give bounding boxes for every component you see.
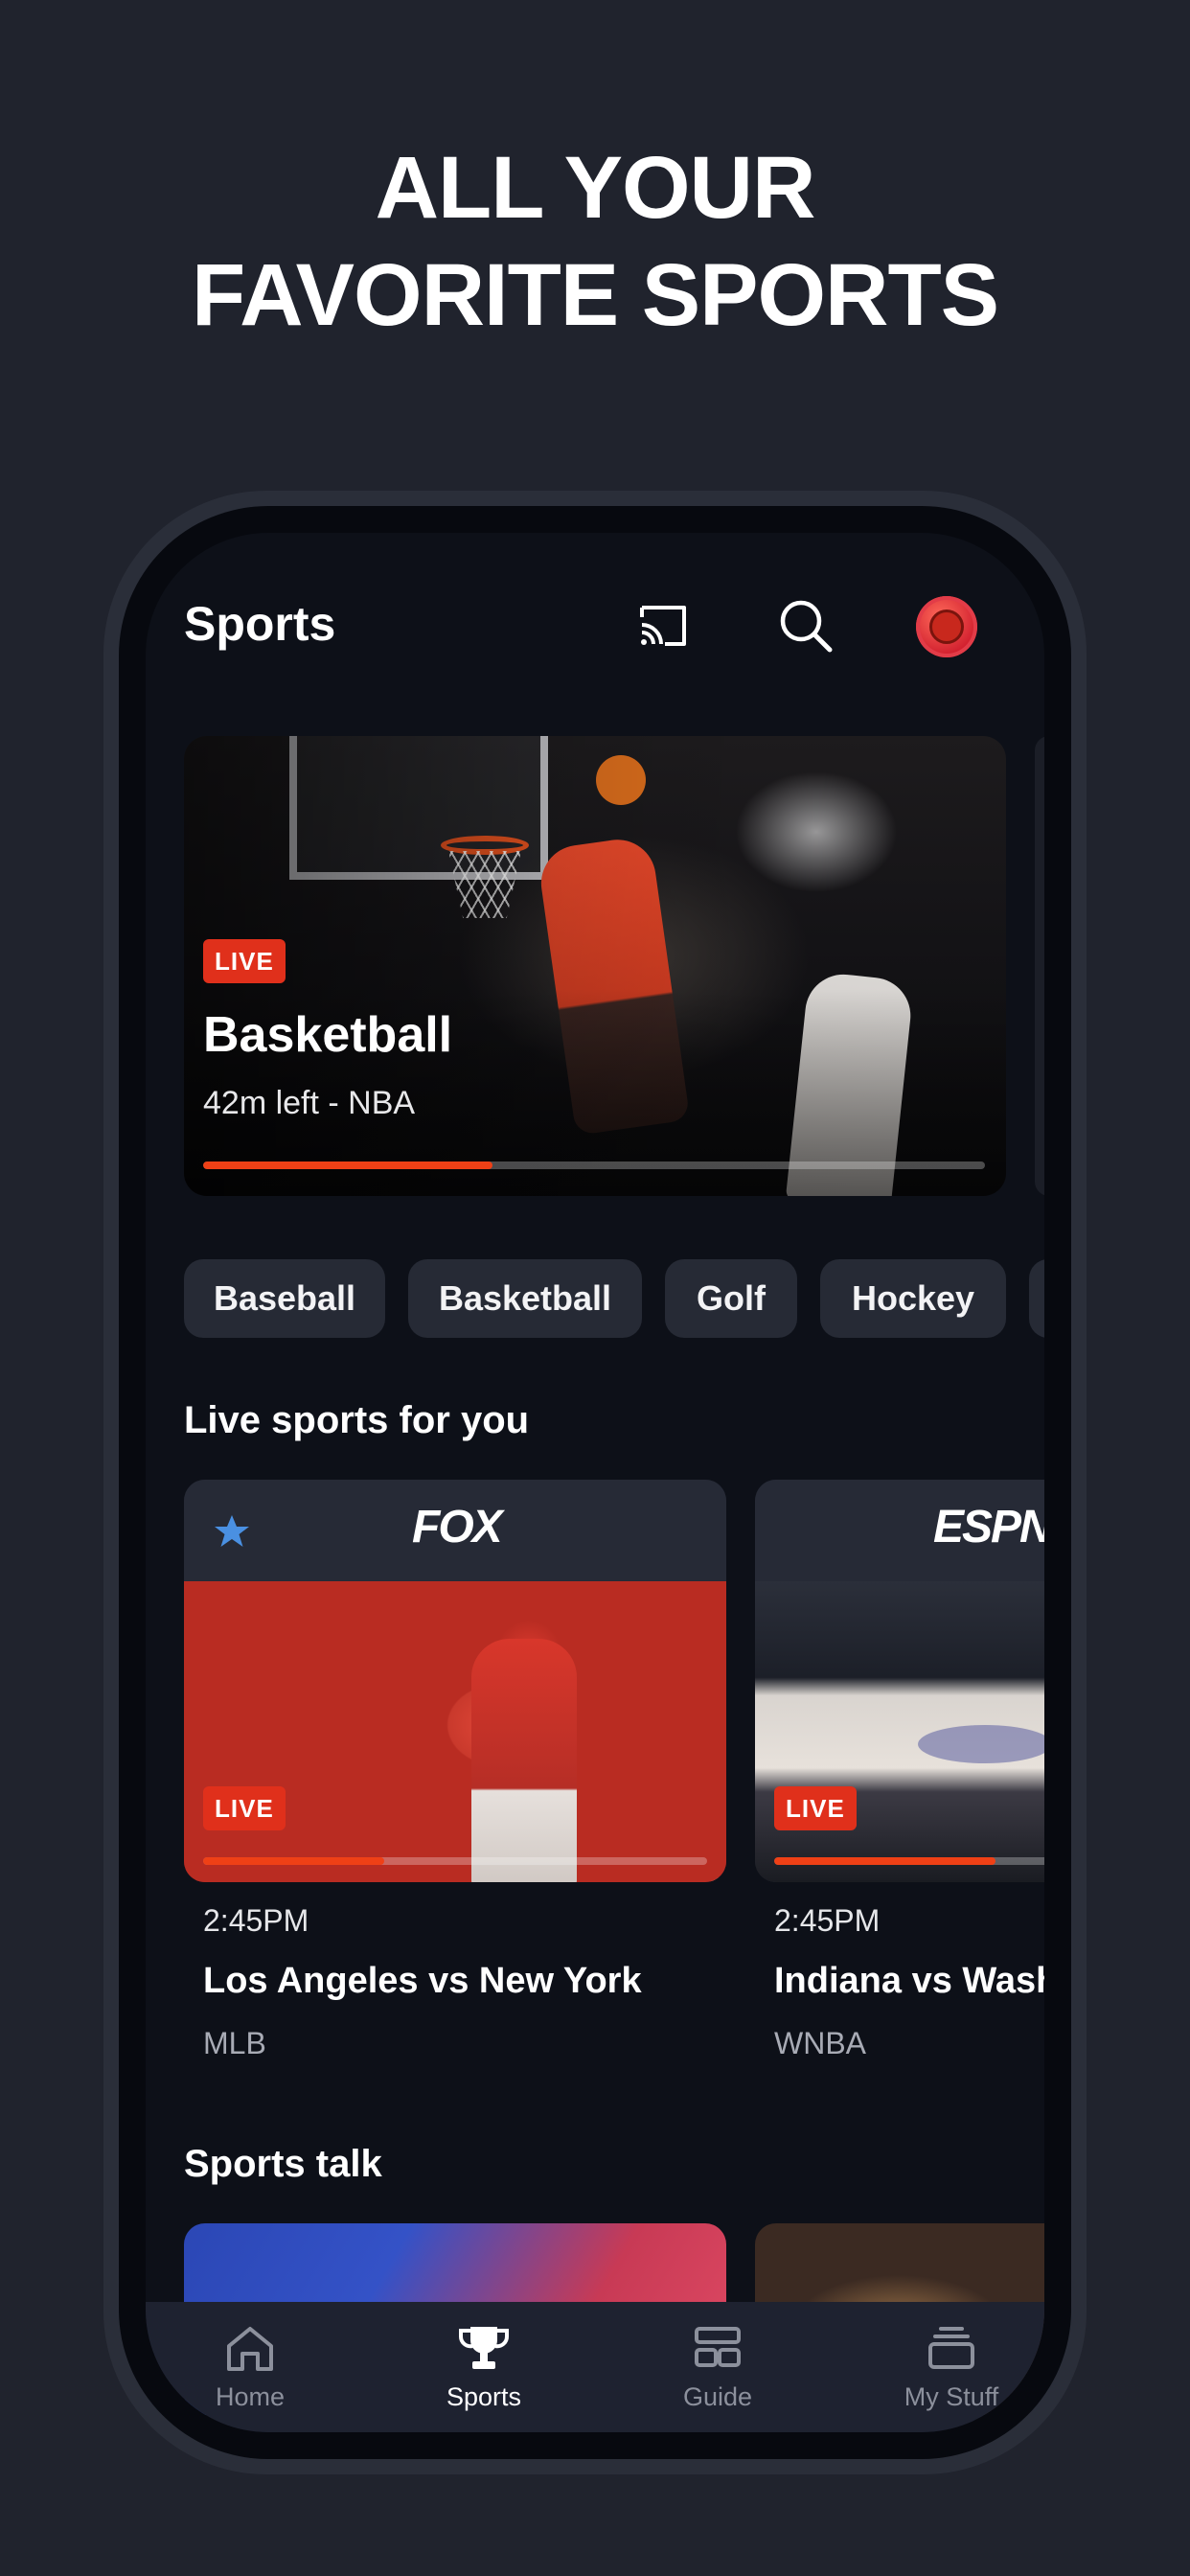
game-league: WNBA [774,2026,866,2060]
nav-label: Guide [682,2382,753,2411]
game-title: Indiana vs Washington [774,1961,1044,2001]
game-title: Los Angeles vs New York [203,1961,642,2001]
hero-title: Basketball [203,1007,453,1063]
cast-icon[interactable] [636,602,690,650]
chip-next[interactable] [1029,1259,1044,1338]
phone-screen: Sports LIVE Basketball 42m left - NBA Ba… [146,533,1044,2432]
progress-fill [774,1857,996,1865]
chip-hockey[interactable]: Hockey [820,1259,1006,1338]
live-game-card[interactable]: FOX LIVE [184,1480,726,1882]
hero-progress-bar [203,1162,985,1169]
headline-line-2: FAVORITE SPORTS [191,246,999,344]
guide-icon [695,2327,741,2367]
network-logo: ESPN [933,1502,1044,1552]
nav-label: Sports [446,2382,522,2411]
chip-baseball[interactable]: Baseball [184,1259,385,1338]
game-progress-bar [203,1857,707,1865]
game-progress-bar [774,1857,1044,1865]
star-icon[interactable] [213,1512,251,1551]
nav-sports[interactable]: Sports [412,2302,556,2432]
live-game-card[interactable]: ESPN LIVE [755,1480,1044,1882]
page-title: Sports [184,597,336,651]
game-time: 2:45PM [203,1903,309,1938]
stack-icon [928,2327,974,2369]
sport-filter-chips: Baseball Basketball Golf Hockey [184,1259,1044,1340]
section-title-talk: Sports talk [184,2143,382,2185]
profile-avatar[interactable] [916,596,977,657]
chip-golf[interactable]: Golf [665,1259,797,1338]
chip-basketball[interactable]: Basketball [408,1259,642,1338]
progress-fill [203,1162,492,1169]
next-hero-card[interactable] [1035,736,1044,1196]
live-badge: LIVE [774,1786,857,1830]
basketball-icon [929,610,964,644]
live-badge: LIVE [203,1786,286,1830]
nav-label: My Stuff [904,2382,999,2411]
game-time: 2:45PM [774,1903,881,1938]
progress-fill [203,1857,385,1865]
game-thumbnail: LIVE [755,1581,1044,1882]
section-title-live: Live sports for you [184,1399,530,1441]
nav-label: Home [215,2382,286,2411]
nav-my-stuff[interactable]: My Stuff [880,2302,1023,2432]
game-thumbnail: LIVE [184,1581,726,1882]
bottom-nav: Home Sports Guide My Stuff [146,2302,1044,2432]
hero-live-card[interactable]: LIVE Basketball 42m left - NBA [184,736,1006,1196]
trophy-icon [459,2327,509,2369]
promo-headline: ALL YOUR FAVORITE SPORTS [0,134,1190,349]
card-header: FOX [184,1480,726,1581]
network-logo: FOX [412,1502,503,1552]
nav-guide[interactable]: Guide [646,2302,790,2432]
headline-line-1: ALL YOUR [375,139,816,237]
hero-subtitle: 42m left - NBA [203,1085,416,1121]
card-header: ESPN [755,1480,1044,1581]
live-badge: LIVE [203,939,286,983]
game-league: MLB [203,2026,266,2060]
home-icon [227,2327,273,2371]
nav-home[interactable]: Home [178,2302,322,2432]
search-icon[interactable] [778,598,834,654]
